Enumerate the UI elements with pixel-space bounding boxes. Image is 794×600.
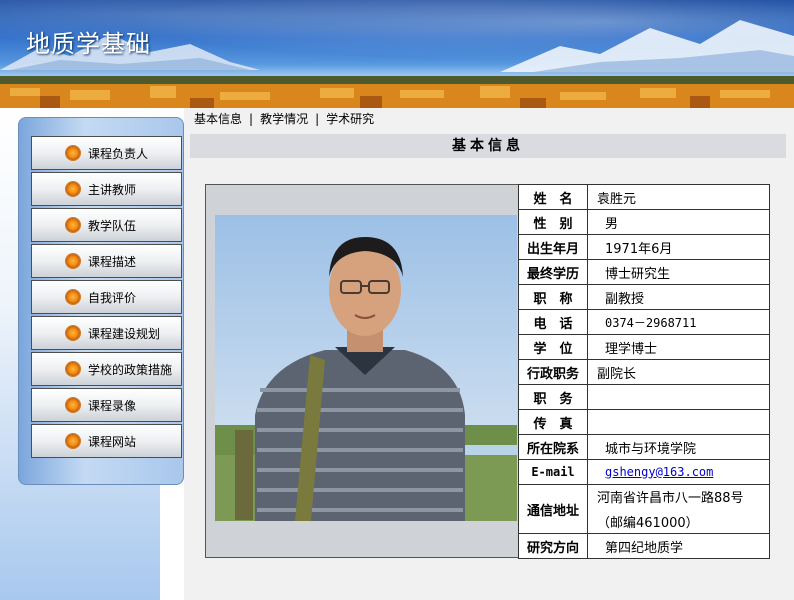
table-row: 电 话 0374－2968711 — [518, 309, 770, 335]
sidebar-item-course-website[interactable]: 课程网站 — [31, 424, 182, 458]
tab-teaching[interactable]: 教学情况 — [260, 112, 308, 126]
field-value — [587, 409, 770, 435]
table-row: 职 务 — [518, 384, 770, 410]
postcode-line: （邮编461000） — [597, 516, 699, 531]
table-row: 出生年月 1971年6月 — [518, 234, 770, 260]
field-value: 副院长 — [587, 359, 770, 385]
field-value: 0374－2968711 — [587, 309, 770, 335]
field-value: 1971年6月 — [587, 234, 770, 260]
field-label: 最终学历 — [518, 259, 588, 285]
field-value: 男 — [587, 209, 770, 235]
header-banner: 地质学基础 — [0, 0, 794, 108]
email-link[interactable]: gshengy@163.com — [605, 465, 713, 479]
table-row: 姓 名袁胜元 — [518, 184, 770, 210]
profile-info-table: 姓 名袁胜元 性 别男 出生年月 1971年6月 最终学历 博士研究生 职 称副教授… — [518, 184, 770, 559]
field-value: 博士研究生 — [587, 259, 770, 285]
table-row: 行政职务 副院长 — [518, 359, 770, 385]
field-value: 理学博士 — [587, 334, 770, 360]
field-label: 行政职务 — [518, 359, 588, 385]
bullet-icon — [66, 362, 80, 376]
sidebar-item-course-plan[interactable]: 课程建设规划 — [31, 316, 182, 350]
section-title: 基本信息 — [190, 134, 786, 158]
field-value: 城市与环境学院 — [587, 434, 770, 460]
tab-bar: 基本信息 | 教学情况 | 学术研究 — [194, 110, 374, 127]
field-value: 第四纪地质学 — [587, 533, 770, 559]
table-row: 职 称副教授 — [518, 284, 770, 310]
table-row: 性 别男 — [518, 209, 770, 235]
tab-separator: | — [315, 112, 320, 126]
bullet-icon — [66, 254, 80, 268]
sidebar-item-label: 自我评价 — [88, 290, 137, 305]
sidebar-item-lecturers[interactable]: 主讲教师 — [31, 172, 182, 206]
field-label: 学 位 — [518, 334, 588, 360]
bullet-icon — [66, 326, 80, 340]
sidebar-item-school-policies[interactable]: 学校的政策措施 — [31, 352, 182, 386]
bullet-icon — [66, 434, 80, 448]
sidebar-menu: 课程负责人 主讲教师 教学队伍 课程描述 自我评价 课程建设规划 学校的政策措施… — [31, 136, 182, 460]
field-label: 电 话 — [518, 309, 588, 335]
field-value — [587, 384, 770, 410]
field-label: 职 称 — [518, 284, 588, 310]
sidebar-item-course-videos[interactable]: 课程录像 — [31, 388, 182, 422]
bullet-icon — [66, 290, 80, 304]
field-label: 姓 名 — [518, 184, 588, 210]
field-label: 职 务 — [518, 384, 588, 410]
bullet-icon — [66, 398, 80, 412]
sidebar-item-label: 课程录像 — [88, 398, 137, 413]
bullet-icon — [66, 146, 80, 160]
sidebar-item-label: 课程网站 — [88, 434, 137, 449]
field-label: 性 别 — [518, 209, 588, 235]
field-value: 河南省许昌市八一路88号 （邮编461000） — [587, 484, 770, 534]
field-label: E-mail — [518, 459, 588, 485]
field-label: 出生年月 — [518, 234, 588, 260]
field-label: 所在院系 — [518, 434, 588, 460]
sidebar-item-course-leader[interactable]: 课程负责人 — [31, 136, 182, 170]
sidebar-item-label: 学校的政策措施 — [88, 362, 173, 377]
sidebar-item-self-evaluation[interactable]: 自我评价 — [31, 280, 182, 314]
address-line: 河南省许昌市八一路88号 — [597, 491, 744, 506]
tab-separator: | — [249, 112, 254, 126]
sidebar-item-label: 主讲教师 — [88, 182, 137, 197]
field-label: 传 真 — [518, 409, 588, 435]
field-value: 袁胜元 — [587, 184, 770, 210]
bullet-icon — [66, 218, 80, 232]
tab-research[interactable]: 学术研究 — [326, 112, 374, 126]
site-title: 地质学基础 — [26, 30, 151, 58]
table-row: 传 真 — [518, 409, 770, 435]
table-row: 学 位理学博士 — [518, 334, 770, 360]
bullet-icon — [66, 182, 80, 196]
profile-photo — [215, 215, 517, 521]
sidebar-item-label: 课程负责人 — [88, 146, 149, 161]
field-label: 通信地址 — [518, 484, 588, 534]
table-row: E-mail gshengy@163.com — [518, 459, 770, 485]
sidebar-item-label: 教学队伍 — [88, 218, 137, 233]
field-label: 研究方向 — [518, 533, 588, 559]
table-row: 所在院系 城市与环境学院 — [518, 434, 770, 460]
sidebar-item-label: 课程建设规划 — [88, 326, 161, 341]
sidebar-item-label: 课程描述 — [88, 254, 137, 269]
tab-basic-info[interactable]: 基本信息 — [194, 112, 242, 126]
field-value: gshengy@163.com — [587, 459, 770, 485]
field-value: 副教授 — [587, 284, 770, 310]
table-row: 研究方向 第四纪地质学 — [518, 533, 770, 559]
sidebar-item-teaching-team[interactable]: 教学队伍 — [31, 208, 182, 242]
sidebar-item-course-description[interactable]: 课程描述 — [31, 244, 182, 278]
table-row: 通信地址 河南省许昌市八一路88号 （邮编461000） — [518, 484, 770, 534]
table-row: 最终学历 博士研究生 — [518, 259, 770, 285]
